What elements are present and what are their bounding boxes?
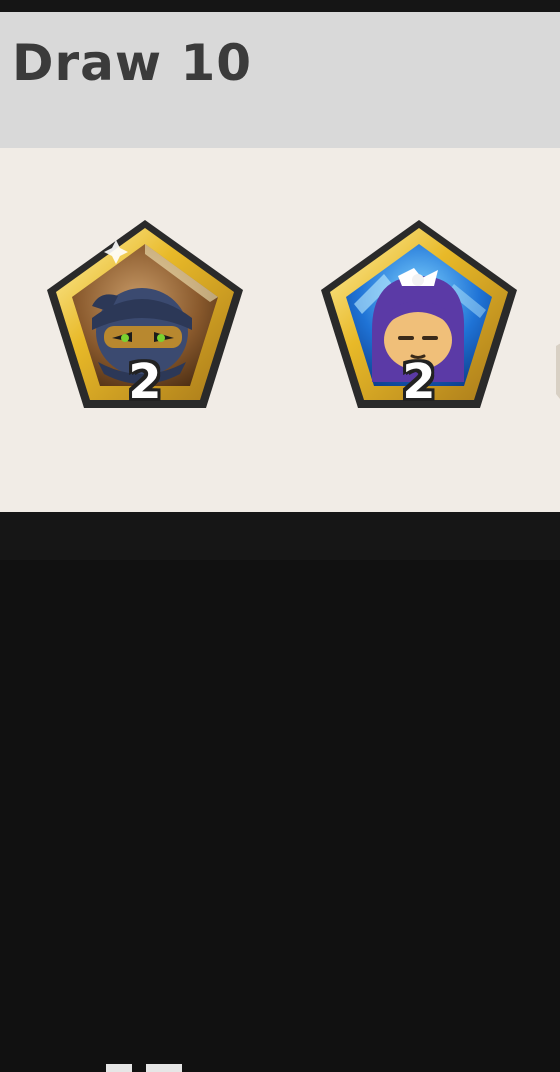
partial-reward-edge (532, 328, 560, 448)
section-title: Draw 10 (12, 34, 253, 92)
draw-results-panel: Draw 10 2 2 (0, 12, 560, 512)
rewards-area: 2 2 (0, 148, 560, 512)
panel-header: Draw 10 (0, 12, 560, 148)
bottom-strip (0, 512, 560, 1072)
reward-count: 2 (128, 354, 162, 410)
partial-icon (556, 343, 560, 399)
screen-frame: Draw 10 2 2 (0, 0, 560, 1072)
reward-item[interactable]: 2 (40, 214, 250, 424)
next-section-title-peek (106, 1064, 182, 1072)
reward-item[interactable]: 2 (314, 214, 524, 424)
reward-count: 2 (402, 354, 436, 410)
